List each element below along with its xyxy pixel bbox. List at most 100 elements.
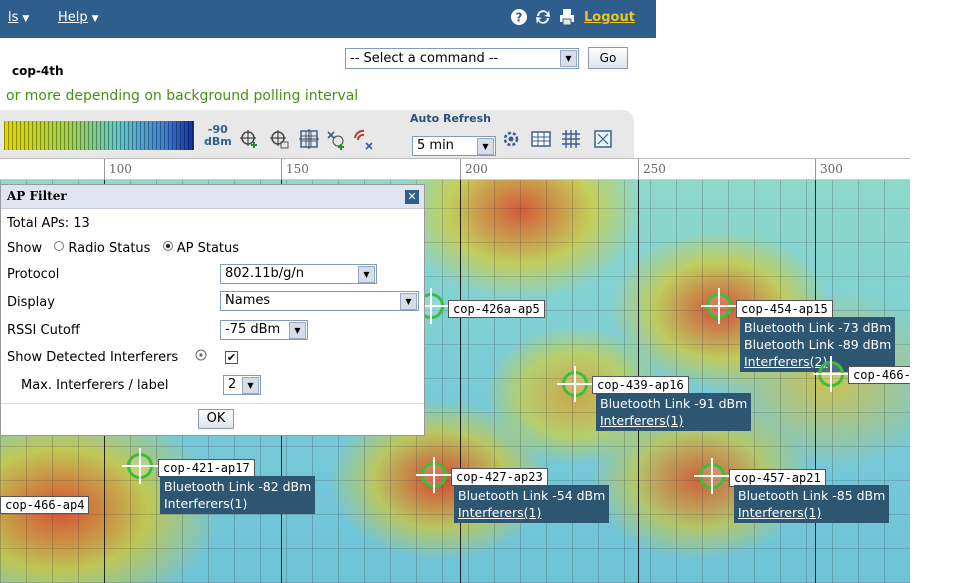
close-icon[interactable]: ✕ bbox=[405, 190, 419, 204]
map-view-icon[interactable] bbox=[530, 128, 552, 150]
ap-status-label: AP Status bbox=[176, 241, 240, 256]
menu-help-label: Help bbox=[58, 10, 88, 25]
interferer-line: Bluetooth Link -82 dBm bbox=[164, 479, 312, 494]
ap-marker-icon[interactable] bbox=[813, 356, 849, 392]
print-icon[interactable] bbox=[558, 8, 576, 26]
command-select[interactable]: -- Select a command -- ▼ bbox=[345, 48, 579, 69]
interferer-tool-icon[interactable] bbox=[352, 128, 374, 150]
max-interferers-value: 2 bbox=[228, 377, 237, 392]
interferer-line: Bluetooth Link -73 dBm bbox=[744, 320, 892, 335]
ap-label[interactable]: cop-466-ap10 bbox=[848, 366, 910, 384]
ap-label[interactable]: cop-454-ap15 bbox=[736, 300, 833, 318]
help-icon[interactable]: ? bbox=[510, 8, 528, 26]
map-name: cop-4th bbox=[12, 64, 64, 78]
show-interferers-label: Show Detected Interferers bbox=[7, 350, 179, 365]
chevron-down-icon: ▼ bbox=[358, 266, 375, 283]
svg-text:?: ? bbox=[516, 11, 523, 25]
ruler-tick: 250 bbox=[638, 159, 666, 180]
ap-status-radio[interactable] bbox=[162, 240, 173, 251]
show-row: Show Radio Status AP Status bbox=[7, 240, 240, 256]
remove-ap-icon[interactable] bbox=[268, 128, 290, 150]
menu-help[interactable]: Help ▼ bbox=[58, 10, 99, 25]
ap-marker-icon[interactable] bbox=[416, 457, 452, 493]
interferers-link[interactable]: Interferers(1) bbox=[600, 412, 747, 429]
show-interferers-checkbox[interactable]: ✔ bbox=[225, 351, 238, 364]
rssi-cutoff-select[interactable]: -75 dBm ▼ bbox=[220, 320, 308, 340]
ruler-tick: 100 bbox=[104, 159, 132, 180]
logout-link[interactable]: Logout bbox=[584, 10, 635, 25]
ap-marker-icon[interactable] bbox=[557, 366, 593, 402]
ok-button[interactable]: OK bbox=[198, 409, 234, 429]
ap-marker-icon[interactable] bbox=[122, 448, 158, 484]
show-label: Show bbox=[7, 241, 43, 256]
grid-tool-icon[interactable] bbox=[298, 128, 320, 150]
interferer-line: Interferers(1) bbox=[164, 496, 248, 511]
ruler-tick: 300 bbox=[815, 159, 843, 180]
chevron-down-icon: ▼ bbox=[560, 50, 577, 67]
chevron-down-icon: ▼ bbox=[400, 293, 417, 310]
wall-tool-icon[interactable] bbox=[324, 128, 346, 150]
ruler-tick: 150 bbox=[281, 159, 309, 180]
ap-label[interactable]: cop-466-ap4 bbox=[0, 496, 90, 514]
map-toolbar: -90 dBm bbox=[0, 110, 634, 158]
menu-tools-label: ls bbox=[8, 10, 19, 25]
polling-notice: or more depending on background polling … bbox=[6, 88, 359, 104]
ap-interferer-box: Bluetooth Link -73 dBm Bluetooth Link -8… bbox=[740, 317, 896, 372]
max-interferers-select[interactable]: 2 ▼ bbox=[223, 375, 261, 395]
ap-label[interactable]: cop-439-ap16 bbox=[592, 376, 689, 394]
protocol-label: Protocol bbox=[7, 267, 60, 282]
display-select[interactable]: Names ▼ bbox=[220, 291, 419, 311]
ap-filter-panel: AP Filter ✕ Total APs: 13 Show Radio Sta… bbox=[0, 184, 425, 436]
max-interferers-label: Max. Interferers / label bbox=[21, 378, 169, 393]
display-select-value: Names bbox=[225, 293, 271, 308]
interferer-info-icon bbox=[195, 349, 207, 361]
ap-interferer-box: Bluetooth Link -54 dBm Interferers(1) bbox=[454, 485, 610, 523]
ap-label[interactable]: cop-427-ap23 bbox=[451, 468, 548, 486]
refresh-icon[interactable] bbox=[534, 8, 552, 26]
rssi-legend-value: -90 dBm bbox=[204, 124, 232, 148]
menu-tools[interactable]: ls ▼ bbox=[8, 10, 29, 25]
ap-interferer-box: Bluetooth Link -91 dBm Interferers(1) bbox=[596, 393, 752, 431]
auto-refresh-select[interactable]: 5 min ▼ bbox=[412, 136, 496, 156]
add-ap-icon[interactable] bbox=[238, 128, 260, 150]
ruler-tick: 200 bbox=[460, 159, 488, 180]
radio-status-label: Radio Status bbox=[68, 241, 151, 256]
ap-marker-icon[interactable] bbox=[701, 288, 737, 324]
fullscreen-icon[interactable] bbox=[592, 128, 614, 150]
top-nav-bar: ls ▼ Help ▼ ? Logout bbox=[0, 0, 656, 38]
interferers-link[interactable]: Interferers(1) bbox=[738, 504, 885, 521]
ap-filter-header: AP Filter ✕ bbox=[1, 185, 424, 209]
ap-label[interactable]: cop-421-ap17 bbox=[158, 459, 255, 477]
divider bbox=[1, 403, 424, 404]
protocol-select-value: 802.11b/g/n bbox=[225, 266, 304, 281]
chevron-down-icon: ▼ bbox=[477, 138, 494, 155]
rssi-cutoff-label: RSSI Cutoff bbox=[7, 323, 80, 338]
map-ruler: 100 150 200 250 300 bbox=[0, 158, 910, 180]
settings-icon[interactable] bbox=[500, 128, 522, 150]
chevron-down-icon: ▼ bbox=[289, 322, 306, 339]
display-label: Display bbox=[7, 295, 55, 310]
auto-refresh-value: 5 min bbox=[417, 138, 454, 153]
rssi-legend-unit: dBm bbox=[204, 135, 232, 148]
interferer-line: Bluetooth Link -85 dBm bbox=[738, 488, 886, 503]
total-aps: Total APs: 13 bbox=[7, 216, 90, 231]
rssi-cutoff-value: -75 dBm bbox=[225, 322, 281, 337]
table-view-icon[interactable] bbox=[560, 128, 582, 150]
interferers-link[interactable]: Interferers(1) bbox=[458, 504, 605, 521]
rssi-legend-bar bbox=[4, 121, 194, 150]
chevron-down-icon: ▼ bbox=[91, 14, 99, 24]
ap-marker-icon[interactable] bbox=[694, 458, 730, 494]
protocol-select[interactable]: 802.11b/g/n ▼ bbox=[220, 264, 377, 284]
go-button[interactable]: Go bbox=[588, 47, 628, 69]
ap-label[interactable]: cop-426a-ap5 bbox=[448, 300, 545, 318]
auto-refresh-label: Auto Refresh bbox=[410, 112, 491, 125]
command-select-value: -- Select a command -- bbox=[350, 51, 499, 66]
interferer-line: Bluetooth Link -91 dBm bbox=[600, 396, 748, 411]
ap-interferer-box: Bluetooth Link -85 dBm Interferers(1) bbox=[734, 485, 890, 523]
interferer-line: Bluetooth Link -89 dBm bbox=[744, 337, 892, 352]
radio-status-radio[interactable] bbox=[54, 240, 65, 251]
chevron-down-icon: ▼ bbox=[242, 377, 259, 394]
ap-filter-title: AP Filter bbox=[7, 189, 67, 203]
ap-interferer-box: Bluetooth Link -82 dBm Interferers(1) bbox=[160, 476, 316, 514]
interferer-line: Bluetooth Link -54 dBm bbox=[458, 488, 606, 503]
